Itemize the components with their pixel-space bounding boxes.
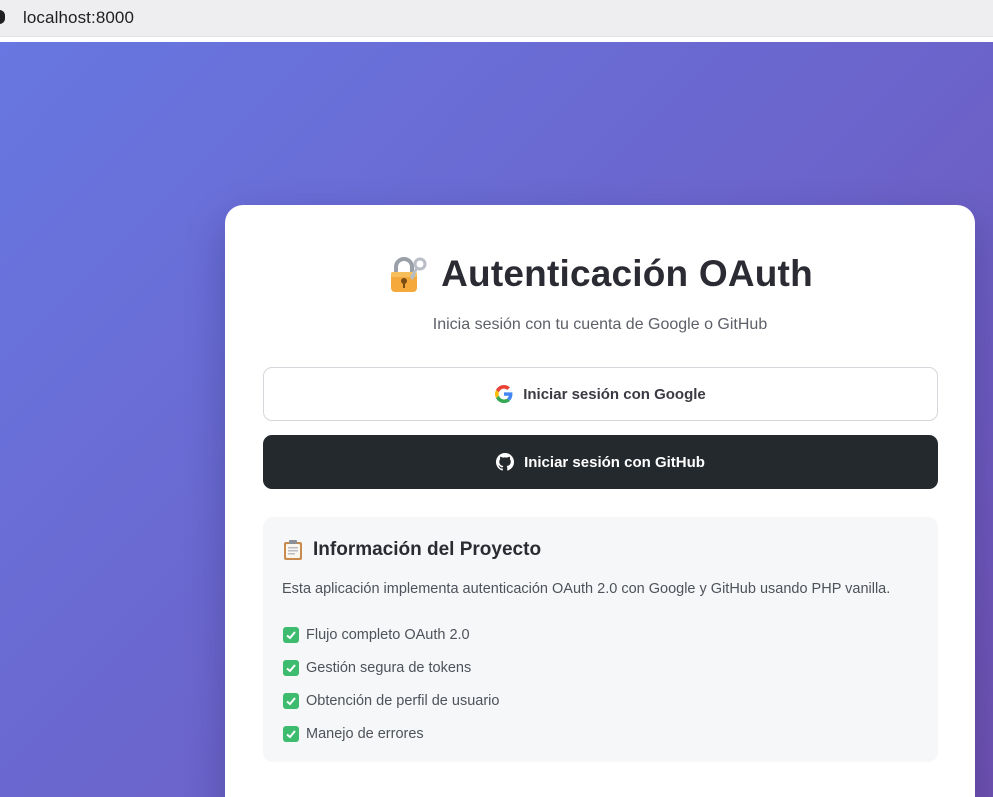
check-icon [283, 725, 299, 742]
lock-with-key-icon [387, 254, 427, 294]
site-info-icon[interactable] [0, 10, 5, 24]
check-icon [283, 626, 299, 643]
check-icon [283, 659, 299, 676]
google-icon [495, 385, 513, 403]
project-info-box: Información del Proyecto Esta aplicación… [263, 517, 938, 762]
check-icon [283, 692, 299, 709]
title-row: Autenticación OAuth [225, 251, 975, 297]
google-login-label: Iniciar sesión con Google [523, 385, 706, 403]
github-login-button[interactable]: Iniciar sesión con GitHub [263, 435, 938, 489]
google-login-button[interactable]: Iniciar sesión con Google [263, 367, 938, 421]
feature-item: Manejo de errores [283, 717, 499, 750]
info-heading-row: Información del Proyecto [283, 539, 541, 561]
page-background: Autenticación OAuth Inicia sesión con tu… [0, 42, 993, 797]
info-description: Esta aplicación implementa autenticación… [282, 581, 891, 597]
feature-label: Manejo de errores [306, 725, 424, 742]
feature-label: Flujo completo OAuth 2.0 [306, 626, 470, 643]
github-icon [496, 453, 515, 471]
info-title: Información del Proyecto [313, 539, 542, 560]
feature-item: Flujo completo OAuth 2.0 [283, 618, 499, 651]
feature-label: Obtención de perfil de usuario [306, 692, 500, 709]
feature-item: Obtención de perfil de usuario [283, 684, 499, 717]
page-title: Autenticación OAuth [441, 253, 813, 294]
feature-list: Flujo completo OAuth 2.0 Gestión segura … [283, 618, 499, 750]
clipboard-icon [283, 539, 303, 561]
login-card: Autenticación OAuth Inicia sesión con tu… [225, 205, 975, 797]
address-bar-url[interactable]: localhost:8000 [23, 8, 134, 28]
github-login-label: Iniciar sesión con GitHub [524, 453, 705, 471]
page-subtitle: Inicia sesión con tu cuenta de Google o … [432, 316, 768, 333]
feature-label: Gestión segura de tokens [306, 659, 472, 676]
feature-item: Gestión segura de tokens [283, 651, 499, 684]
browser-bar: localhost:8000 [0, 0, 993, 37]
